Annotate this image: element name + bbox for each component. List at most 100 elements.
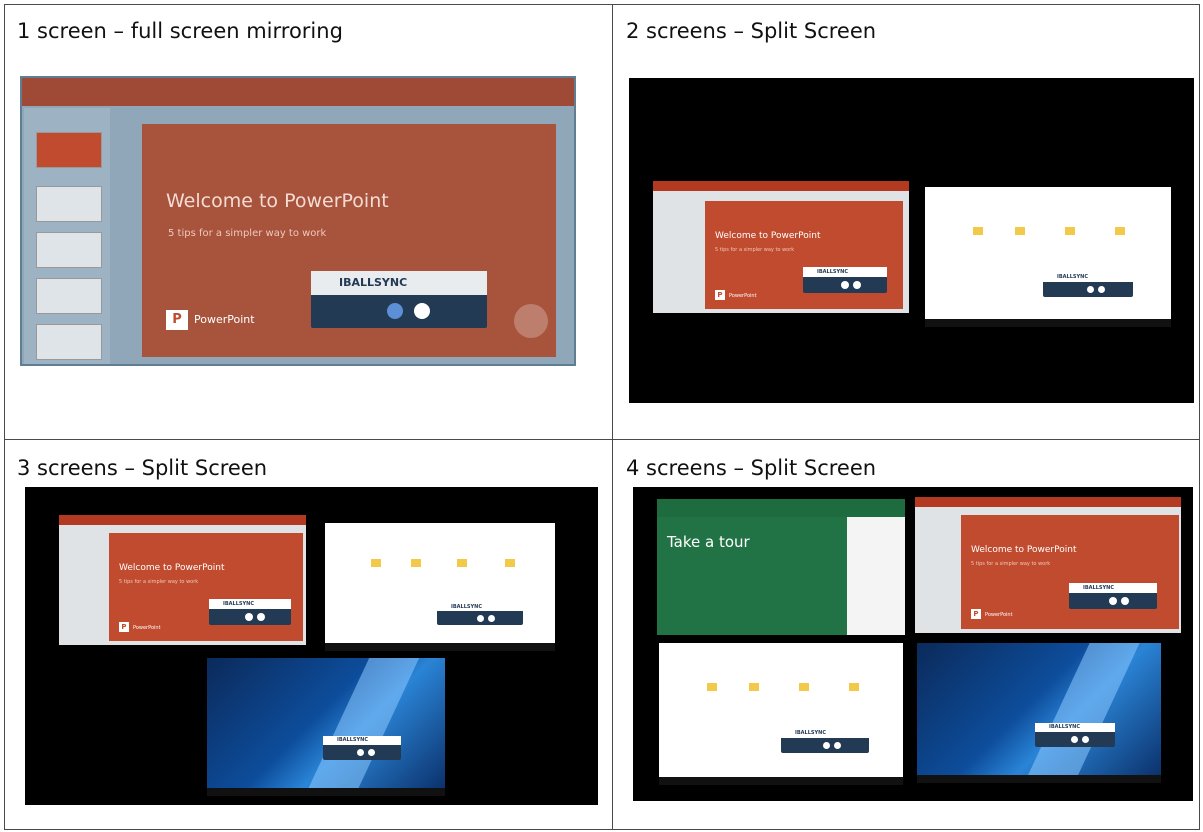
wallpaper-light-beam	[304, 658, 420, 796]
iballsync-controller: IBALLSYNC	[311, 271, 487, 328]
controller-brand: IBALLSYNC	[223, 601, 254, 607]
screen-file-explorer: IBALLSYNC	[659, 643, 903, 785]
iballsync-controller: IBALLSYNC	[209, 599, 291, 625]
ppt-titlebar	[59, 515, 306, 525]
screen-powerpoint: Welcome to PowerPoint 5 tips for a simpl…	[653, 181, 909, 313]
stop-button-icon[interactable]	[853, 281, 861, 289]
stop-button-icon[interactable]	[488, 615, 495, 622]
wallpaper-light-beam	[1024, 643, 1140, 783]
pause-button-icon[interactable]	[1071, 736, 1078, 743]
powerpoint-app-name: PowerPoint	[985, 612, 1013, 618]
pause-button-icon[interactable]	[823, 742, 830, 749]
powerpoint-app-name: PowerPoint	[194, 313, 255, 326]
screen-file-explorer: IBALLSYNC	[925, 187, 1171, 327]
iballsync-controller: IBALLSYNC	[437, 603, 523, 625]
screen-powerpoint: Welcome to PowerPoint 5 tips for a simpl…	[59, 515, 306, 645]
four-screen-display: Take a tour Welcome to PowerPoint 5 tips…	[633, 487, 1193, 801]
stop-button-icon[interactable]	[1121, 597, 1129, 605]
folder-icon	[457, 559, 467, 567]
controller-brand: IBALLSYNC	[795, 730, 826, 736]
column-divider	[612, 5, 613, 829]
folder-icon	[1115, 227, 1125, 235]
slide-title: Welcome to PowerPoint	[971, 545, 1077, 555]
taskbar	[925, 319, 1171, 327]
excel-sheet-area	[847, 517, 905, 635]
slide-title: Welcome to PowerPoint	[119, 563, 225, 573]
slide-thumbnail	[36, 186, 102, 222]
full-mirroring-screenshot: Welcome to PowerPoint 5 tips for a simpl…	[20, 76, 576, 366]
controller-brand: IBALLSYNC	[1049, 724, 1080, 730]
powerpoint-logo-icon: P	[119, 622, 129, 632]
folder-icon	[505, 559, 515, 567]
slide-thumbnail	[36, 232, 102, 268]
slide-subtitle: 5 tips for a simpler way to work	[971, 561, 1051, 567]
row-divider	[5, 439, 1199, 440]
screen-powerpoint: Welcome to PowerPoint 5 tips for a simpl…	[915, 497, 1181, 633]
folder-icon	[1015, 227, 1025, 235]
controller-brand: IBALLSYNC	[817, 269, 848, 275]
cell-1-title: 1 screen – full screen mirroring	[17, 19, 343, 43]
stop-button-icon[interactable]	[368, 749, 375, 756]
excel-slide-title: Take a tour	[667, 533, 750, 551]
stop-button-icon[interactable]	[414, 303, 430, 319]
cell-4-title: 4 screens – Split Screen	[626, 456, 877, 480]
folder-icon	[849, 683, 859, 691]
taskbar	[659, 777, 903, 785]
slide-subtitle: 5 tips for a simpler way to work	[119, 579, 199, 585]
screen-windows-desktop: IBALLSYNC	[207, 658, 445, 796]
folder-icon	[371, 559, 381, 567]
stop-button-icon[interactable]	[834, 742, 841, 749]
touch-button-icon[interactable]	[514, 304, 548, 338]
controller-brand: IBALLSYNC	[1057, 274, 1088, 280]
slide-title: Welcome to PowerPoint	[715, 231, 821, 241]
pause-button-icon[interactable]	[245, 613, 253, 621]
iballsync-controller: IBALLSYNC	[781, 729, 869, 753]
three-screen-display: Welcome to PowerPoint 5 tips for a simpl…	[25, 487, 598, 805]
pause-button-icon[interactable]	[1087, 286, 1094, 293]
stop-button-icon[interactable]	[257, 613, 265, 621]
pause-button-icon[interactable]	[477, 615, 484, 622]
pause-button-icon[interactable]	[387, 303, 403, 319]
screen-excel: Take a tour	[657, 499, 905, 635]
pause-button-icon[interactable]	[841, 281, 849, 289]
controller-brand: IBALLSYNC	[337, 737, 368, 743]
powerpoint-app-name: PowerPoint	[729, 293, 757, 299]
mini-slide: Welcome to PowerPoint 5 tips for a simpl…	[961, 515, 1179, 629]
slide-subtitle: 5 tips for a simpler way to work	[168, 228, 327, 239]
folder-icon	[799, 683, 809, 691]
ppt-titlebar	[653, 181, 909, 191]
pause-button-icon[interactable]	[1109, 597, 1117, 605]
two-screen-display: Welcome to PowerPoint 5 tips for a simpl…	[629, 78, 1194, 403]
screen-file-explorer: IBALLSYNC	[325, 523, 555, 651]
slide-thumbnail	[36, 278, 102, 314]
slide-thumbnail	[36, 324, 102, 360]
folder-icon	[749, 683, 759, 691]
cell-2-title: 2 screens – Split Screen	[626, 19, 877, 43]
iballsync-controller: IBALLSYNC	[803, 267, 887, 293]
excel-ribbon	[657, 499, 905, 517]
powerpoint-app-name: PowerPoint	[133, 625, 161, 631]
comparison-table: 1 screen – full screen mirroring Welcome…	[4, 4, 1200, 830]
controller-brand: IBALLSYNC	[1083, 585, 1114, 591]
taskbar	[325, 643, 555, 651]
iballsync-controller: IBALLSYNC	[1043, 273, 1133, 297]
taskbar	[917, 775, 1161, 783]
powerpoint-logo-icon: P	[715, 290, 725, 300]
folder-icon	[1065, 227, 1075, 235]
screen-windows-desktop: IBALLSYNC	[917, 643, 1161, 783]
folder-icon	[707, 683, 717, 691]
slide-thumbnail	[36, 132, 102, 168]
controller-brand: IBALLSYNC	[339, 276, 408, 289]
controller-brand: IBALLSYNC	[451, 604, 482, 610]
iballsync-controller: IBALLSYNC	[323, 736, 401, 760]
ppt-titlebar	[915, 497, 1181, 507]
folder-icon	[973, 227, 983, 235]
folder-icon	[411, 559, 421, 567]
stop-button-icon[interactable]	[1082, 736, 1089, 743]
stop-button-icon[interactable]	[1098, 286, 1105, 293]
powerpoint-logo-icon: P	[971, 609, 981, 619]
pause-button-icon[interactable]	[357, 749, 364, 756]
slide-subtitle: 5 tips for a simpler way to work	[715, 247, 795, 253]
slide-panel	[24, 108, 110, 364]
powerpoint-logo-icon: P	[166, 310, 188, 330]
